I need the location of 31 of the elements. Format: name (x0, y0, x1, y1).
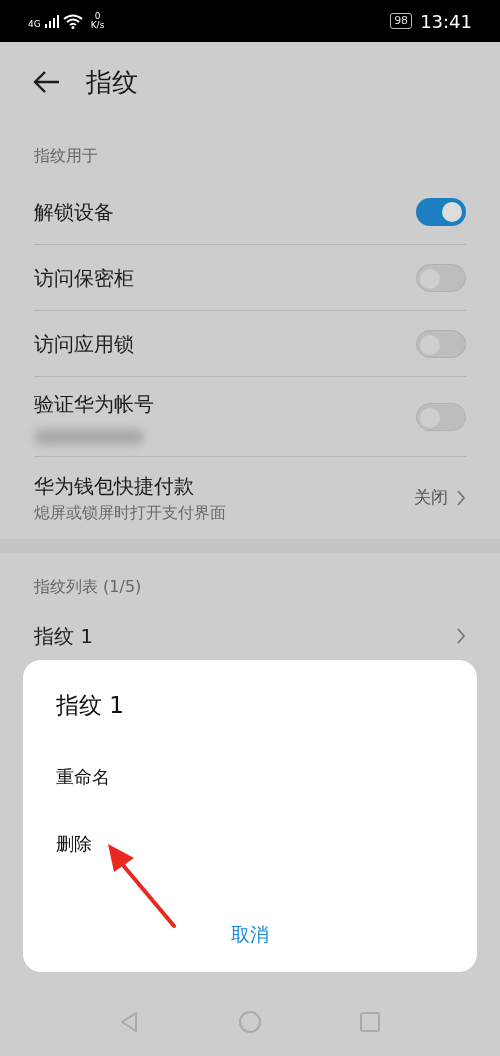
wifi-icon (62, 13, 83, 29)
speed-value: 0 (94, 12, 101, 21)
section-header: 指纹用于 (33, 145, 99, 167)
chevron-icon (456, 490, 466, 506)
home-icon[interactable] (238, 1010, 262, 1034)
section-header: 指纹列表 (1/5) (33, 576, 143, 598)
network-type: 4G (28, 20, 41, 29)
menu-option[interactable]: 删除 (23, 809, 477, 877)
setting-label: 验证华为帐号 (34, 390, 154, 418)
setting-label: 解锁设备 (34, 198, 114, 226)
clock-time: 13:41 (420, 9, 472, 34)
toggle-switch[interactable] (416, 197, 466, 226)
setting-value: 关闭 (414, 486, 448, 510)
toggle-switch[interactable] (416, 329, 466, 358)
recents-icon[interactable] (358, 1010, 382, 1034)
battery-level: 98 (390, 13, 413, 29)
fingerprint-label: 指纹 1 (34, 623, 94, 650)
dialog-title: 指纹 1 (55, 691, 125, 720)
page-title: 指纹 (86, 65, 138, 99)
menu-option[interactable]: 重命名 (23, 742, 477, 810)
setting-description: 熄屏或锁屏时打开支付界面 (34, 502, 226, 524)
setting-label: 华为钱包快捷付款 (34, 473, 195, 500)
toggle-switch[interactable] (416, 263, 466, 292)
speed-unit: K/s (90, 21, 105, 30)
chevron-icon (456, 628, 466, 644)
setting-label: 访问应用锁 (34, 330, 134, 358)
cancel-button[interactable]: 取消 (207, 911, 293, 956)
back-button[interactable] (32, 70, 60, 94)
setting-label: 访问保密柜 (34, 264, 134, 292)
signal-icon (44, 14, 59, 28)
toggle-switch[interactable] (416, 402, 466, 431)
